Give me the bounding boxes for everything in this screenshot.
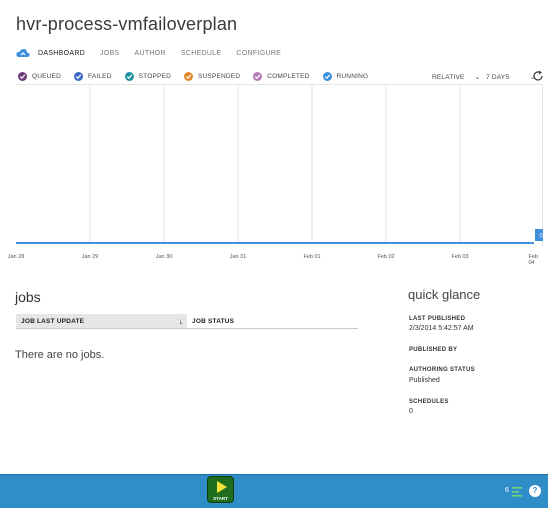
check-icon <box>18 72 27 81</box>
status-legend: QUEUED FAILED STOPPED SUSPENDED COMPLETE… <box>18 72 381 81</box>
jobs-title: jobs <box>15 289 41 305</box>
schedules-label: SCHEDULES <box>409 399 449 405</box>
sort-down-arrow-icon: ↓ <box>178 316 183 326</box>
x-tick-label: Feb 02 <box>377 254 395 260</box>
job-chart: 0 <box>16 84 547 246</box>
check-icon <box>183 72 193 81</box>
last-published-value: 2/3/2014 5:42:57 AM <box>409 325 474 332</box>
legend-completed[interactable]: COMPLETED <box>253 72 309 81</box>
tab-configure[interactable]: CONFIGURE <box>236 50 281 57</box>
legend-running[interactable]: RUNNING <box>322 72 369 81</box>
legend-failed[interactable]: FAILED <box>74 72 112 81</box>
x-tick-label: Feb 04 <box>528 254 538 266</box>
play-icon <box>217 481 227 493</box>
tab-author[interactable]: AUTHOR <box>135 50 166 57</box>
x-tick-label: Jan 29 <box>81 254 99 260</box>
command-bar <box>0 474 548 508</box>
check-icon <box>124 72 134 81</box>
column-job-last-update[interactable]: JOB LAST UPDATE ↓ <box>16 314 187 328</box>
chevron-down-icon: ⌄ <box>474 74 481 81</box>
chart-canvas: 0 <box>16 85 547 244</box>
check-icon <box>253 72 263 81</box>
check-icon <box>322 72 332 81</box>
tab-bar: DASHBOARD JOBS AUTHOR SCHEDULE CONFIGURE <box>16 46 296 60</box>
last-published-label: LAST PUBLISHED <box>409 316 466 322</box>
authoring-status-value: Published <box>409 377 440 384</box>
x-tick-label: Feb 03 <box>451 254 469 260</box>
legend-stopped[interactable]: STOPPED <box>124 72 171 81</box>
menu-icon[interactable] <box>512 486 523 498</box>
quick-glance-title: quick glance <box>408 287 481 302</box>
tab-jobs[interactable]: JOBS <box>100 50 119 57</box>
tab-schedule[interactable]: SCHEDULE <box>181 50 222 57</box>
x-tick-label: Jan 28 <box>7 254 25 260</box>
x-tick-label: Jan 31 <box>229 254 247 260</box>
jobs-table-header: JOB LAST UPDATE ↓ JOB STATUS <box>16 314 358 329</box>
svg-text:0: 0 <box>539 234 543 240</box>
tab-dashboard[interactable]: DASHBOARD <box>38 50 85 57</box>
data-label: 0 <box>535 229 547 241</box>
start-button[interactable]: START <box>207 476 234 503</box>
legend-queued[interactable]: QUEUED <box>18 72 61 81</box>
refresh-icon[interactable] <box>532 70 544 82</box>
help-icon[interactable]: ? <box>529 485 541 497</box>
x-tick-label: Feb 01 <box>303 254 321 260</box>
relative-dropdown[interactable]: RELATIVE ⌄ <box>432 73 481 82</box>
page-title: hvr-process-vmfailoverplan <box>16 14 238 34</box>
column-job-status[interactable]: JOB STATUS <box>187 314 358 328</box>
range-dropdown[interactable]: 7 DAYS ⌄ <box>486 73 536 82</box>
cloud-icon <box>16 49 30 57</box>
check-icon <box>74 72 84 81</box>
published-by-label: PUBLISHED BY <box>409 347 458 353</box>
notification-count: 6 <box>505 487 509 494</box>
legend-suspended[interactable]: SUSPENDED <box>183 72 240 81</box>
x-tick-label: Jan 30 <box>155 254 173 260</box>
empty-jobs-message: There are no jobs. <box>15 349 105 361</box>
authoring-status-label: AUTHORING STATUS <box>409 367 475 373</box>
schedules-value: 0 <box>409 408 413 415</box>
